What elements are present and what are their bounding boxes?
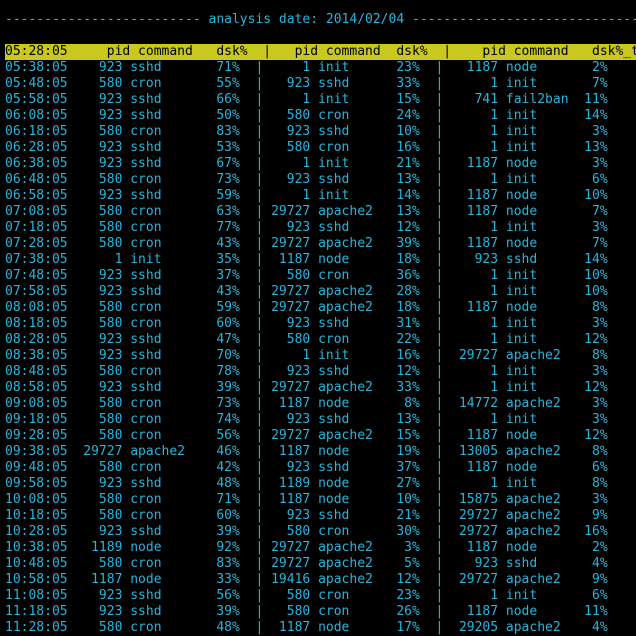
- table-row: 05:48:05 580 cron 55% | 923 sshd 33% | 1…: [5, 76, 608, 91]
- table-row: 05:58:05 923 sshd 66% | 1 init 15% | 741…: [5, 92, 608, 107]
- terminal-window[interactable]: ------------------------- analysis date:…: [5, 12, 636, 636]
- table-row: 07:18:05 580 cron 77% | 923 sshd 12% | 1…: [5, 220, 608, 235]
- table-row: 07:48:05 923 sshd 37% | 580 cron 36% | 1…: [5, 268, 608, 283]
- table-row: 10:48:05 580 cron 83% | 29727 apache2 5%…: [5, 556, 608, 571]
- table-row: 08:18:05 580 cron 60% | 923 sshd 31% | 1…: [5, 316, 608, 331]
- column-header-row: 05:28:05 pid command dsk% | pid command …: [5, 44, 636, 60]
- table-row: 08:58:05 923 sshd 39% | 29727 apache2 33…: [5, 380, 608, 395]
- table-row: 06:38:05 923 sshd 67% | 1 init 21% | 118…: [5, 156, 608, 171]
- table-row: 06:08:05 923 sshd 50% | 580 cron 24% | 1…: [5, 108, 608, 123]
- table-row: 11:28:05 580 cron 48% | 1187 node 17% | …: [5, 620, 608, 635]
- table-row: 08:48:05 580 cron 78% | 923 sshd 12% | 1…: [5, 364, 608, 379]
- table-row: 09:18:05 580 cron 74% | 923 sshd 13% | 1…: [5, 412, 608, 427]
- table-row: 05:38:05 923 sshd 71% | 1 init 23% | 118…: [5, 60, 608, 75]
- table-row: 09:58:05 923 sshd 48% | 1189 node 27% | …: [5, 476, 608, 491]
- table-row: 11:08:05 923 sshd 56% | 580 cron 23% | 1…: [5, 588, 608, 603]
- table-row: 08:08:05 580 cron 59% | 29727 apache2 18…: [5, 300, 608, 315]
- table-row: 06:48:05 580 cron 73% | 923 sshd 13% | 1…: [5, 172, 608, 187]
- table-row: 06:28:05 923 sshd 53% | 580 cron 16% | 1…: [5, 140, 608, 155]
- table-row: 10:58:05 1187 node 33% | 19416 apache2 1…: [5, 572, 608, 587]
- table-row: 10:28:05 923 sshd 39% | 580 cron 30% | 2…: [5, 524, 608, 539]
- table-row: 07:58:05 923 sshd 43% | 29727 apache2 28…: [5, 284, 608, 299]
- table-row: 08:38:05 923 sshd 70% | 1 init 16% | 297…: [5, 348, 608, 363]
- table-row: 08:28:05 923 sshd 47% | 580 cron 22% | 1…: [5, 332, 608, 347]
- data-rows: 05:38:05 923 sshd 71% | 1 init 23% | 118…: [5, 60, 636, 636]
- table-row: 07:28:05 580 cron 43% | 29727 apache2 39…: [5, 236, 608, 251]
- table-row: 09:38:05 29727 apache2 46% | 1187 node 1…: [5, 444, 608, 459]
- table-row: 10:08:05 580 cron 71% | 1187 node 10% | …: [5, 492, 608, 507]
- table-row: 09:08:05 580 cron 73% | 1187 node 8% | 1…: [5, 396, 608, 411]
- table-row: 09:48:05 580 cron 42% | 923 sshd 37% | 1…: [5, 460, 608, 475]
- analysis-title-line: ------------------------- analysis date:…: [5, 12, 636, 27]
- table-row: 07:38:05 1 init 35% | 1187 node 18% | 92…: [5, 252, 608, 267]
- table-row: 10:38:05 1189 node 92% | 29727 apache2 3…: [5, 540, 608, 555]
- table-row: 07:08:05 580 cron 63% | 29727 apache2 13…: [5, 204, 608, 219]
- table-row: 06:18:05 580 cron 83% | 923 sshd 10% | 1…: [5, 124, 608, 139]
- table-row: 09:28:05 580 cron 56% | 29727 apache2 15…: [5, 428, 608, 443]
- table-row: 11:18:05 923 sshd 39% | 580 cron 26% | 1…: [5, 604, 608, 619]
- table-row: 10:18:05 580 cron 60% | 923 sshd 21% | 2…: [5, 508, 608, 523]
- table-row: 06:58:05 923 sshd 59% | 1 init 14% | 118…: [5, 188, 608, 203]
